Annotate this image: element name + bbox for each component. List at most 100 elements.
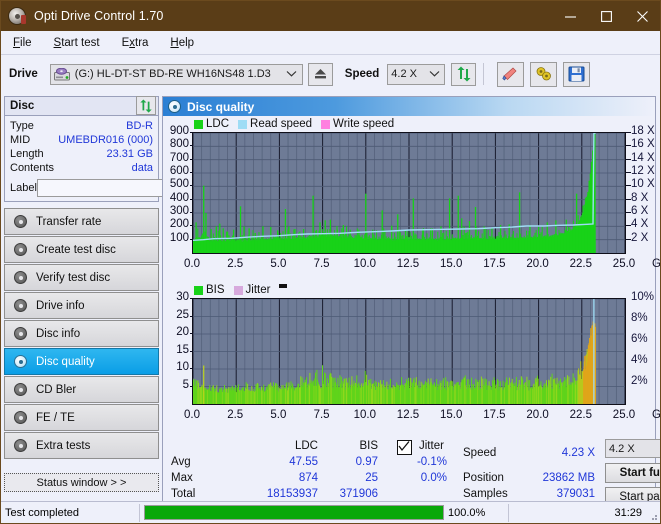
legend-label: BIS	[206, 284, 225, 296]
speed-tick	[626, 198, 631, 200]
disc-refresh-button[interactable]	[136, 96, 156, 115]
disc-properties: Type BD-R MID UMEBDR016 (000) Length 23.…	[5, 116, 239, 201]
sidebar-item-disc-info[interactable]: Disc info	[4, 320, 159, 347]
percent-tick-label: 8%	[631, 312, 648, 324]
sidebar-item-cd-bler[interactable]: CD Bler	[4, 376, 159, 403]
sidebar-item-disc-quality[interactable]: Disc quality	[4, 348, 159, 375]
sidebar-item-transfer-rate[interactable]: Transfer rate	[4, 208, 159, 235]
disc-key: Length	[10, 148, 44, 160]
speed-tick-label: 2 X	[631, 231, 649, 244]
y-tick-label: 600	[169, 165, 189, 177]
maximize-icon[interactable]	[588, 1, 624, 31]
stats-header-bis: BIS	[359, 440, 378, 452]
status-divider	[139, 503, 140, 522]
legend-swatch	[321, 119, 331, 129]
menu-extra[interactable]: Extra	[118, 35, 153, 51]
status-window-button[interactable]: Status window > >	[4, 473, 159, 492]
sidebar-item-create-test-disc[interactable]: Create test disc	[4, 236, 159, 263]
speed-tick	[626, 225, 631, 227]
x-tick-label: 0.0	[184, 258, 200, 270]
bis-chart: BIS Jitter 5 10 15 20 25 30 2% 4% 6% 8% 10% 0.0 2.…	[163, 284, 660, 436]
x-tick-label: 2.5	[227, 258, 244, 270]
sidebar-item-fe-te[interactable]: FE / TE	[4, 404, 159, 431]
y-tick	[190, 385, 193, 387]
x-axis-unit: GB	[652, 258, 661, 270]
status-bar: Test completed 100.0% 31:29	[1, 501, 660, 523]
y-tick	[190, 185, 193, 187]
legend-label: Write speed	[333, 118, 395, 130]
save-button[interactable]	[563, 61, 591, 87]
legend-item-ldc: LDC	[194, 118, 229, 130]
body: Disc Type BD-R MID UMEBDR016 (000) Lengt…	[1, 93, 660, 522]
drive-toolbar: Drive (G:) HL-DT-ST BD-RE WH16NS48 1.D3	[1, 54, 660, 93]
y-tick	[190, 238, 193, 240]
window-title: Opti Drive Control 1.70	[34, 9, 164, 23]
sidebar-item-verify-test-disc[interactable]: Verify test disc	[4, 264, 159, 291]
progress-bar	[144, 505, 444, 520]
stats-header-ldc: LDC	[294, 440, 318, 452]
y-tick-label: 100	[169, 231, 189, 244]
drive-label: Drive	[9, 68, 38, 80]
stats-max-ldc: 874	[298, 472, 318, 484]
refresh-button[interactable]	[451, 62, 477, 86]
disc-value: UMEBDR016 (000)	[58, 134, 153, 146]
nav-label: Create test disc	[36, 243, 116, 256]
speed-tick-label: 10 X	[631, 178, 655, 191]
menu-file[interactable]: File	[9, 35, 36, 51]
stats-max-bis: 25	[365, 472, 378, 484]
eject-button[interactable]	[307, 62, 333, 86]
erase-button[interactable]	[497, 61, 525, 87]
y-tick-label: 20	[176, 326, 189, 338]
window-controls	[552, 1, 660, 31]
ldc-plot-area	[192, 132, 626, 254]
x-tick-label: 20.0	[526, 409, 549, 421]
speed-tick-label: 12 X	[631, 165, 655, 177]
disc-info-box: Disc Type BD-R MID UMEBDR016 (000) Lengt…	[4, 96, 239, 202]
disc-row-length: Length 23.31 GB	[10, 147, 153, 161]
x-tick-label: 25.0	[612, 409, 636, 421]
legend-item-read-speed: Read speed	[238, 118, 312, 130]
close-icon[interactable]	[624, 1, 660, 31]
stats-row-label-total: Total	[171, 488, 196, 500]
percent-tick-label: 2%	[631, 375, 648, 387]
x-tick-label: 10.0	[353, 409, 376, 421]
legend-swatch	[194, 119, 203, 129]
disc-icon	[11, 411, 29, 424]
stats-panel: Avg Max Total LDC BIS 47.55 874 18153937…	[163, 436, 660, 507]
nav-label: Transfer rate	[36, 215, 102, 228]
disc-value: data	[131, 162, 153, 174]
x-tick-label: 17.5	[483, 258, 506, 270]
resize-grip[interactable]	[648, 511, 658, 521]
disc-box-header: Disc	[5, 96, 158, 116]
result-speed-select[interactable]: 4.2 X	[605, 439, 660, 458]
sidebar-item-extra-tests[interactable]: Extra tests	[4, 432, 159, 459]
page-title: Disc quality	[187, 99, 255, 114]
jitter-checkbox[interactable]	[397, 440, 412, 455]
toolbar-divider	[483, 63, 485, 85]
speed-tick	[626, 185, 631, 187]
ldc-plot-svg	[193, 133, 625, 253]
progress-fill	[145, 506, 443, 519]
bitsetting-button[interactable]	[530, 61, 558, 87]
speed-tick	[626, 172, 631, 173]
x-tick-label: 7.5	[313, 409, 330, 421]
disc-value: 23.31 GB	[106, 148, 153, 160]
speed-select[interactable]: 4.2 X	[387, 63, 446, 85]
disc-icon	[11, 299, 29, 312]
y-tick	[190, 132, 193, 133]
menu-help[interactable]: Help	[166, 35, 198, 51]
disc-value: BD-R	[126, 120, 153, 132]
percent-tick-label: 6%	[631, 333, 648, 345]
menu-start-test[interactable]: Start test	[50, 35, 104, 51]
y-tick	[190, 225, 193, 227]
sidebar-item-drive-info[interactable]: Drive info	[4, 292, 159, 319]
disc-icon	[11, 355, 29, 368]
minimize-icon[interactable]	[552, 1, 588, 31]
bis-plot-area	[192, 298, 626, 405]
start-full-button[interactable]: Start full	[605, 463, 660, 483]
y-tick	[190, 368, 193, 369]
x-tick-label: 22.5	[569, 258, 592, 270]
drive-select[interactable]: (G:) HL-DT-ST BD-RE WH16NS48 1.D3	[49, 63, 303, 85]
legend-swatch	[194, 285, 203, 295]
disc-icon	[168, 100, 181, 113]
